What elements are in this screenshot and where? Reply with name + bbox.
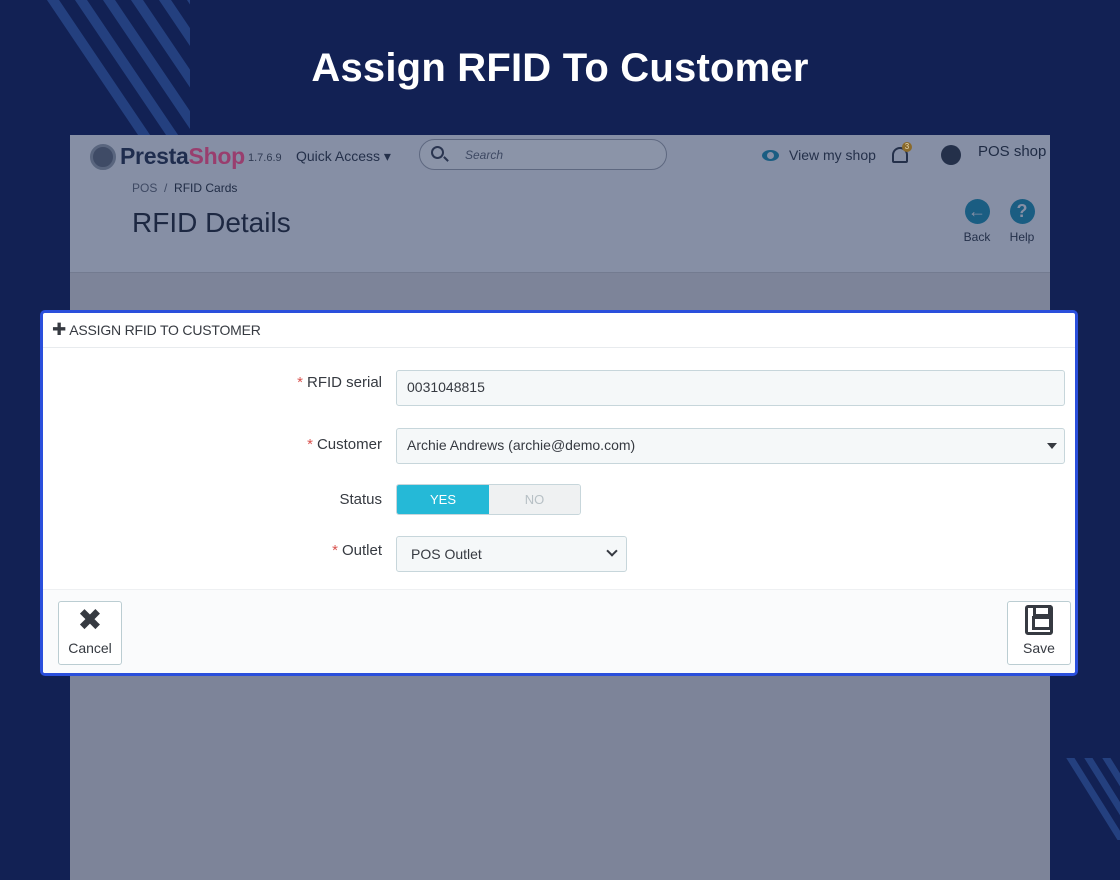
customer-value: Archie Andrews (archie@demo.com) [407, 437, 636, 453]
customer-select[interactable]: Archie Andrews (archie@demo.com) [396, 428, 1065, 464]
save-icon [1025, 605, 1053, 635]
status-toggle[interactable]: YES NO [396, 484, 581, 515]
required-mark: * [297, 374, 303, 391]
admin-header: PrestaShop 1.7.6.9 Quick Access ▾ Search… [70, 135, 1050, 273]
panel-footer: ✖ Cancel Save [43, 589, 1075, 673]
notification-badge: 3 [902, 142, 912, 152]
back-button[interactable]: ← Back [957, 199, 997, 244]
chevron-down-icon [606, 545, 618, 557]
assign-rfid-panel: ✚ ASSIGN RFID TO CUSTOMER * RFID serial 0… [40, 310, 1078, 676]
user-icon[interactable] [941, 145, 961, 165]
page-title: RFID Details [132, 207, 291, 238]
banner-title: Assign RFID To Customer [311, 46, 809, 90]
logo-text-shop: Shop [188, 143, 246, 169]
close-icon: ✖ [77, 604, 103, 637]
panel-heading-text: ASSIGN RFID TO CUSTOMER [69, 322, 261, 338]
rfid-serial-label: * RFID serial [297, 374, 382, 391]
back-icon: ← [964, 199, 990, 224]
logo-text-presta: Presta [120, 143, 189, 169]
version-label: 1.7.6.9 [248, 152, 282, 164]
outlet-select[interactable]: POS Outlet [396, 536, 627, 572]
decorative-stripes-bottom-right [1050, 758, 1120, 840]
breadcrumb-parent[interactable]: POS [132, 181, 157, 195]
prestashop-logo[interactable]: PrestaShop [90, 143, 245, 170]
back-label: Back [963, 230, 991, 244]
status-no-option[interactable]: NO [489, 485, 580, 514]
rfid-serial-input[interactable]: 0031048815 [396, 370, 1065, 406]
shop-name[interactable]: POS shop [978, 143, 1046, 160]
plus-icon: ✚ [52, 320, 67, 339]
outlet-value: POS Outlet [411, 546, 482, 562]
panel-heading: ✚ ASSIGN RFID TO CUSTOMER [43, 313, 1075, 348]
help-label: Help [1009, 230, 1035, 244]
quick-access-menu[interactable]: Quick Access ▾ [296, 148, 391, 165]
caret-down-icon [1047, 443, 1057, 449]
search-icon [431, 146, 444, 159]
cancel-label: Cancel [68, 640, 112, 656]
outlet-label: * Outlet [332, 542, 382, 559]
search-input[interactable]: Search [419, 139, 667, 170]
cancel-button[interactable]: ✖ Cancel [58, 601, 122, 665]
required-mark: * [332, 542, 338, 559]
breadcrumb-current[interactable]: RFID Cards [174, 181, 237, 195]
help-button[interactable]: ? Help [1002, 199, 1042, 244]
save-button[interactable]: Save [1007, 601, 1071, 665]
status-yes-option[interactable]: YES [397, 485, 489, 514]
help-icon: ? [1009, 199, 1035, 224]
view-my-shop-label: View my shop [789, 147, 876, 163]
customer-label: * Customer [307, 436, 382, 453]
status-label: Status [339, 491, 382, 508]
required-mark: * [307, 436, 313, 453]
breadcrumb: POS / RFID Cards [132, 181, 237, 195]
save-label: Save [1023, 640, 1055, 656]
search-placeholder: Search [465, 148, 504, 162]
view-my-shop-link[interactable]: View my shop [762, 147, 876, 163]
eye-icon [762, 149, 779, 161]
breadcrumb-separator: / [164, 181, 168, 195]
prestashop-logo-icon [90, 143, 116, 170]
